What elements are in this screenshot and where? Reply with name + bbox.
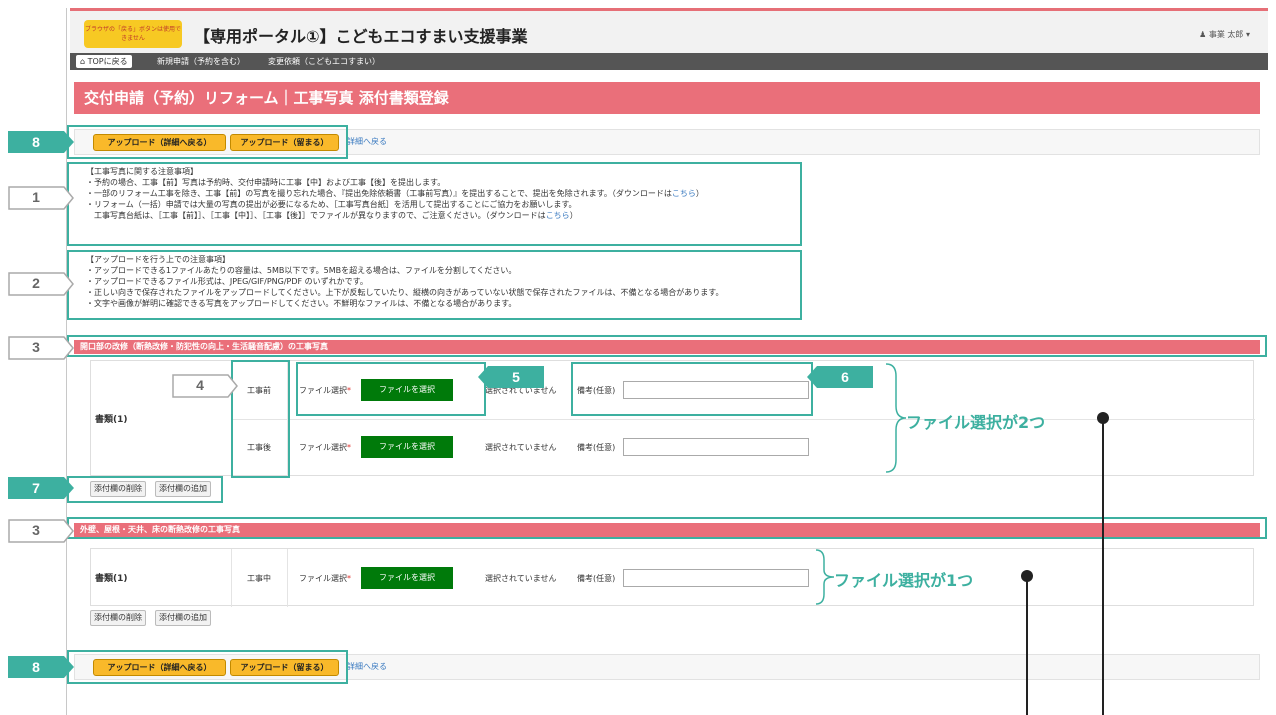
highlight-upload-buttons-top	[67, 125, 348, 159]
remark-input[interactable]	[623, 438, 809, 456]
remark-label: 備考(任意)	[577, 574, 616, 583]
navbar: ⌂ TOPに戻る 新規申請（予約を含む） 変更依頼（こどもエコすまい）	[70, 53, 1268, 70]
section2-table: 書類(1) 工事中 ファイル選択* ファイルを選択 選択されていません 備考(任…	[90, 548, 1254, 607]
app-title: 【専用ポータル①】こどもエコすまい支援事業	[194, 27, 528, 46]
back-button-warning-badge: ブラウザの「戻る」ボタンは使用できません	[84, 20, 182, 48]
user-menu[interactable]: ♟ 事業 太郎 ▾	[1199, 29, 1250, 40]
phase-label: 工事中	[247, 574, 271, 583]
highlight-section1-header	[67, 335, 1267, 357]
one-file-annotation: ファイル選択が1つ	[834, 571, 974, 590]
highlight-upload-buttons-bottom	[67, 650, 348, 684]
highlight-attachment-buttons	[67, 476, 223, 503]
highlight-section2-header	[67, 517, 1267, 539]
choose-file-button[interactable]: ファイルを選択	[361, 567, 453, 589]
add-attachment-button[interactable]: 添付欄の追加	[155, 610, 211, 626]
file-select-label: ファイル選択*	[299, 443, 351, 452]
annotation-line	[1102, 418, 1104, 715]
nav-item-change-request[interactable]: 変更依頼（こどもエコすまい）	[268, 55, 380, 68]
app-header: ブラウザの「戻る」ボタンは使用できません 【専用ポータル①】こどもエコすまい支援…	[70, 11, 1268, 53]
highlight-photo-notes	[67, 162, 802, 246]
highlight-phase-column	[231, 360, 290, 478]
file-status: 選択されていません	[485, 574, 557, 583]
document-label: 書類(1)	[95, 574, 128, 584]
nav-top-label: TOPに戻る	[87, 57, 128, 66]
back-to-detail-link[interactable]: 詳細へ戻る	[347, 661, 387, 672]
file-select-label: ファイル選択*	[299, 574, 351, 583]
brace-two-files	[885, 363, 907, 473]
choose-file-button[interactable]: ファイルを選択	[361, 436, 453, 458]
user-icon: ♟	[1199, 30, 1209, 39]
highlight-upload-notes	[67, 250, 802, 320]
user-name: 事業 太郎 ▾	[1208, 30, 1250, 39]
table-divider	[231, 549, 232, 607]
table-divider	[287, 549, 288, 607]
two-files-annotation: ファイル選択が2つ	[906, 413, 1046, 432]
file-status: 選択されていません	[485, 443, 557, 452]
home-icon: ⌂	[80, 57, 88, 66]
annotation-line	[1026, 576, 1028, 715]
highlight-file-select	[296, 362, 486, 416]
highlight-remark	[571, 362, 813, 416]
page-title: 交付申請（予約）リフォーム｜工事写真 添付書類登録	[74, 82, 1260, 114]
nav-top-button[interactable]: ⌂ TOPに戻る	[76, 55, 132, 68]
delete-attachment-button[interactable]: 添付欄の削除	[90, 610, 146, 626]
back-to-detail-link[interactable]: 詳細へ戻る	[347, 136, 387, 147]
document-label: 書類(1)	[95, 415, 128, 425]
remark-input[interactable]	[623, 569, 809, 587]
remark-label: 備考(任意)	[577, 443, 616, 452]
nav-item-new-application[interactable]: 新規申請（予約を含む）	[157, 55, 245, 68]
